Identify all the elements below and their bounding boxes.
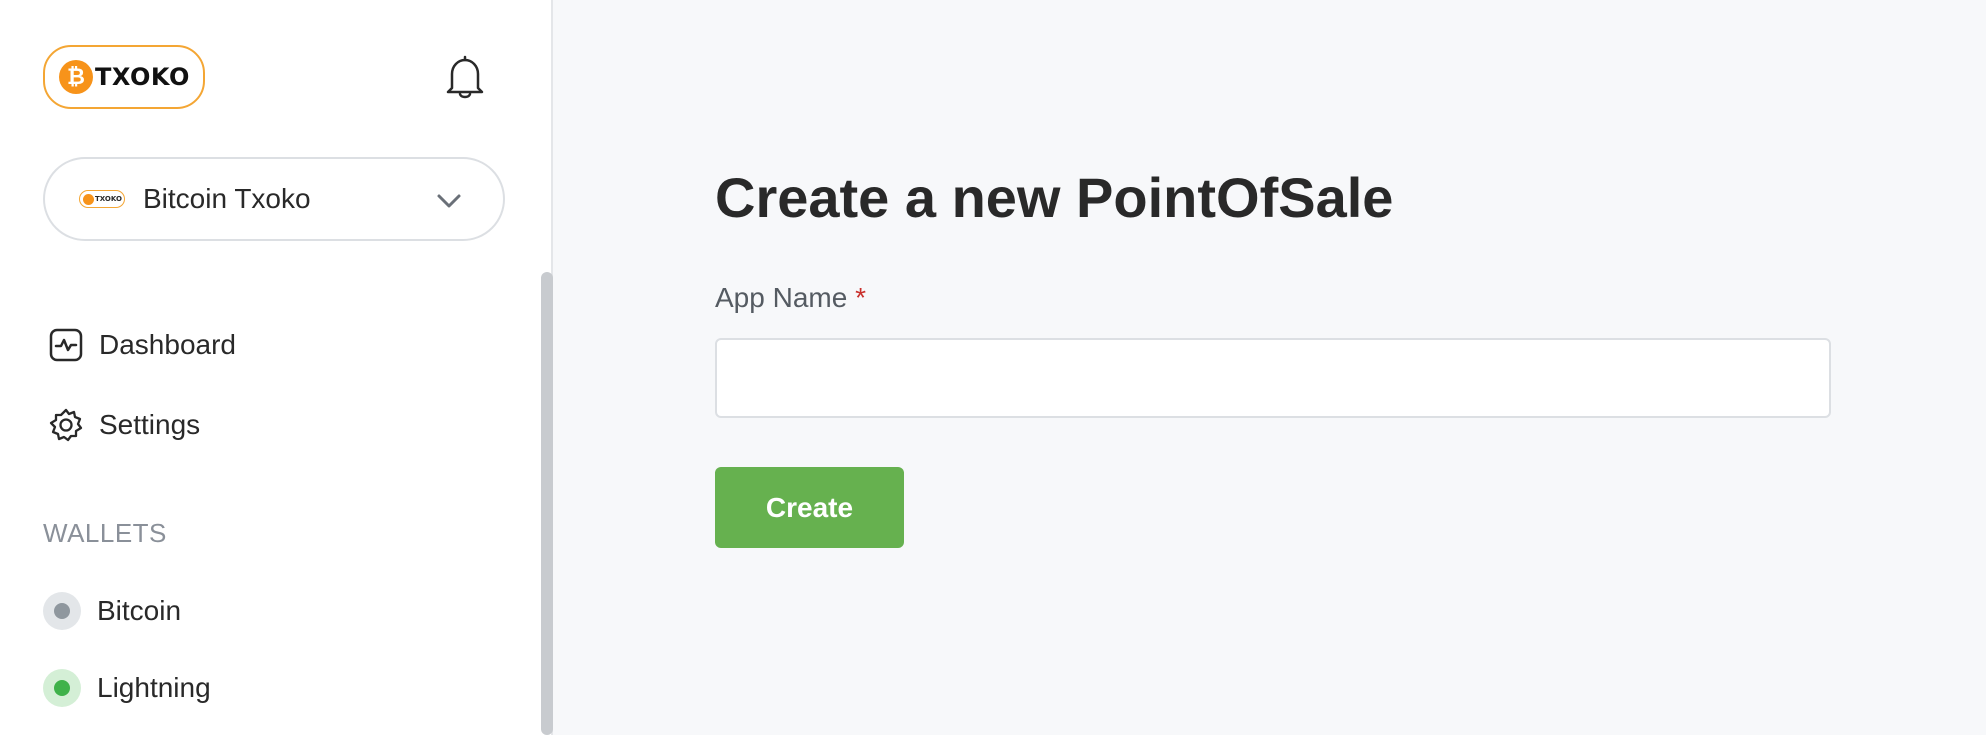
app-name-label: App Name * — [715, 282, 866, 314]
wallet-label: Lightning — [97, 672, 211, 703]
app-name-input[interactable] — [715, 338, 1831, 418]
wallet-item-lightning[interactable]: Lightning — [43, 669, 211, 707]
brand-logo-text: TXOKO — [95, 63, 190, 91]
chevron-down-icon — [437, 194, 461, 208]
page-title: Create a new PointOfSale — [715, 166, 1394, 229]
sidebar-item-settings[interactable]: Settings — [48, 407, 200, 443]
app-name-label-text: App Name — [715, 282, 848, 313]
sidebar-item-dashboard[interactable]: Dashboard — [48, 327, 236, 363]
wallet-item-bitcoin[interactable]: Bitcoin — [43, 592, 181, 630]
status-dot — [43, 592, 81, 630]
store-logo-coin — [83, 193, 94, 205]
wallets-section-title: WALLETS — [43, 518, 167, 548]
store-selector[interactable]: TXOKO Bitcoin Txoko — [43, 157, 505, 241]
bell-icon[interactable] — [444, 54, 486, 100]
required-marker: * — [855, 282, 866, 313]
sidebar-item-label: Settings — [99, 409, 201, 440]
status-dot-inner — [54, 603, 70, 619]
wallet-label: Bitcoin — [97, 595, 182, 626]
brand-logo[interactable]: ₿ TXOKO — [43, 45, 205, 109]
gear-icon — [49, 408, 83, 442]
create-button[interactable]: Create — [715, 467, 904, 548]
status-dot-inner — [54, 680, 70, 696]
sidebar: ₿ TXOKO TXOKO Bitcoin Txoko Dashboard Se… — [0, 0, 553, 735]
sidebar-scrollbar[interactable] — [541, 272, 553, 735]
sidebar-item-label: Dashboard — [99, 329, 236, 360]
bitcoin-icon: ₿ — [59, 60, 93, 94]
status-dot — [43, 669, 81, 707]
store-logo: TXOKO — [79, 190, 125, 208]
dashboard-icon — [49, 328, 83, 362]
store-logo-text: TXOKO — [95, 195, 122, 203]
store-selector-value: Bitcoin Txoko — [143, 183, 311, 214]
